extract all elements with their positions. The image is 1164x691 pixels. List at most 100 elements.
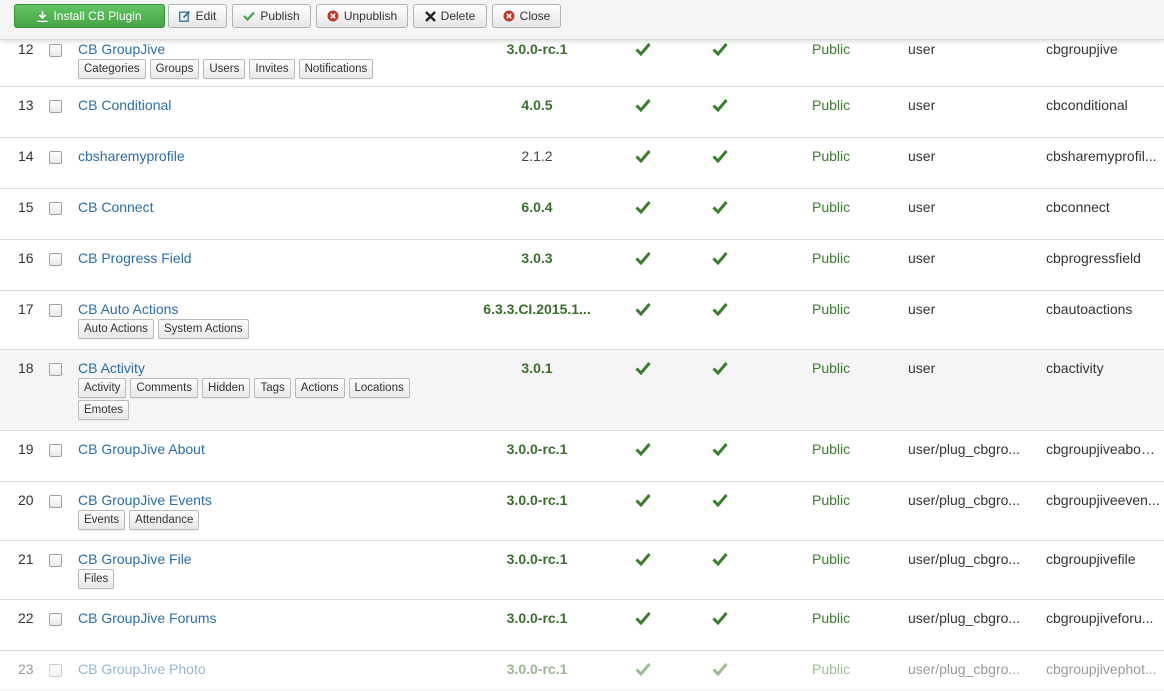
check-icon[interactable] [712, 199, 728, 219]
access-level: Public [812, 41, 851, 57]
row-id: 17 [18, 301, 34, 317]
plugin-element: cbgroupjiveforu... [1046, 610, 1154, 626]
check-icon[interactable] [712, 97, 728, 117]
tag-button[interactable]: Auto Actions [78, 319, 154, 339]
tag-button[interactable]: Users [203, 59, 246, 79]
check-icon [243, 11, 256, 21]
plugin-version: 4.0.5 [521, 97, 553, 113]
tag-button[interactable]: Attendance [129, 510, 200, 530]
check-icon[interactable] [635, 492, 651, 512]
close-button[interactable]: Close [492, 4, 561, 28]
access-level: Public [812, 250, 851, 266]
row-checkbox[interactable] [49, 151, 62, 164]
check-icon[interactable] [712, 661, 728, 681]
plugin-folder: user/plug_cbgro... [908, 551, 1021, 567]
tag-button[interactable]: System Actions [157, 319, 249, 339]
access-level: Public [812, 199, 851, 215]
plugin-version: 3.0.0-rc.1 [506, 661, 568, 677]
row-checkbox[interactable] [49, 444, 62, 457]
check-icon[interactable] [635, 250, 651, 270]
check-icon[interactable] [712, 148, 728, 168]
tag-button[interactable]: Files [78, 569, 115, 589]
tag-button[interactable]: Activity [78, 378, 127, 398]
row-checkbox[interactable] [49, 100, 62, 113]
publish-button[interactable]: Publish [232, 4, 311, 28]
check-icon[interactable] [635, 41, 651, 61]
check-icon[interactable] [712, 250, 728, 270]
plugin-name-link[interactable]: CB GroupJive [78, 39, 165, 59]
tag-button[interactable]: Categories [78, 59, 146, 79]
tag-button[interactable]: Emotes [78, 400, 129, 420]
tag-button[interactable]: Locations [348, 378, 410, 398]
unpublish-button[interactable]: Unpublish [316, 4, 408, 28]
check-icon[interactable] [635, 148, 651, 168]
plugin-name-link[interactable]: CB GroupJive Photo [78, 659, 206, 679]
check-icon[interactable] [635, 97, 651, 117]
check-icon[interactable] [635, 441, 651, 461]
tag-button[interactable]: Comments [130, 378, 199, 398]
plugin-folder: user [908, 148, 936, 164]
tag-button[interactable]: Events [78, 510, 126, 530]
install-plugin-button[interactable]: Install CB Plugin [14, 4, 165, 28]
check-icon[interactable] [712, 41, 728, 61]
plugin-folder: user [908, 301, 936, 317]
tag-button[interactable]: Invites [249, 59, 295, 79]
tag-button[interactable]: Notifications [298, 59, 374, 79]
check-icon[interactable] [712, 360, 728, 380]
access-level: Public [812, 360, 851, 376]
row-checkbox[interactable] [49, 554, 62, 567]
plugin-name-link[interactable]: CB GroupJive File [78, 549, 192, 569]
plugin-name-link[interactable]: CB Auto Actions [78, 299, 178, 319]
plugin-name-link[interactable]: CB Activity [78, 358, 145, 378]
plugin-name-link[interactable]: CB Conditional [78, 95, 171, 115]
check-icon[interactable] [635, 301, 651, 321]
plugin-version: 2.1.2 [521, 148, 553, 164]
access-level: Public [812, 97, 851, 113]
plugin-name-link[interactable]: CB Progress Field [78, 248, 192, 268]
check-icon[interactable] [712, 551, 728, 571]
table-row: 23 CB GroupJive Photo 3.0.0-rc.1 Public user… [0, 651, 1164, 691]
tab-tags: Categories Groups Users Invites Notification… [78, 59, 438, 79]
plugin-name-link[interactable]: cbsharemyprofile [78, 146, 185, 166]
check-icon[interactable] [635, 199, 651, 219]
table-row: 14 cbsharemyprofile 2.1.2 Public user cbshare… [0, 138, 1164, 189]
row-id: 20 [18, 492, 34, 508]
plugin-name-link[interactable]: CB GroupJive Forums [78, 608, 216, 628]
row-checkbox[interactable] [49, 613, 62, 626]
plugin-name-link[interactable]: CB GroupJive About [78, 439, 205, 459]
check-icon[interactable] [635, 551, 651, 571]
check-icon[interactable] [635, 661, 651, 681]
row-checkbox[interactable] [49, 363, 62, 376]
check-icon[interactable] [712, 441, 728, 461]
plugin-element: cbsharemyprofil... [1046, 148, 1157, 164]
check-icon[interactable] [712, 492, 728, 512]
plugin-name-link[interactable]: CB GroupJive Events [78, 490, 212, 510]
plugin-name-link[interactable]: CB Connect [78, 197, 153, 217]
tag-button[interactable]: Hidden [202, 378, 251, 398]
row-checkbox[interactable] [49, 253, 62, 266]
row-checkbox[interactable] [49, 495, 62, 508]
tag-button[interactable]: Actions [294, 378, 345, 398]
row-checkbox[interactable] [49, 304, 62, 317]
check-icon[interactable] [635, 360, 651, 380]
circle-x-icon [503, 10, 515, 22]
check-icon[interactable] [712, 610, 728, 630]
row-checkbox[interactable] [49, 44, 62, 57]
plugin-element: cbgroupjiveeven... [1046, 492, 1160, 508]
table-row: 20 CB GroupJive Events 3.0.0-rc.1 Public use… [0, 482, 1164, 541]
tag-button[interactable]: Groups [149, 59, 200, 79]
row-checkbox[interactable] [49, 664, 62, 677]
delete-button[interactable]: Delete [413, 4, 487, 28]
row-checkbox[interactable] [49, 202, 62, 215]
row-id: 12 [18, 41, 34, 57]
edit-button[interactable]: Edit [168, 4, 227, 28]
tag-button[interactable]: Tags [254, 378, 291, 398]
check-icon[interactable] [712, 301, 728, 321]
circle-x-icon [327, 10, 339, 22]
plugin-element: cbgroupjivephot... [1046, 661, 1157, 677]
check-icon[interactable] [635, 610, 651, 630]
plugin-folder: user [908, 41, 936, 57]
tab-tags: Activity Comments Hidden Tags Actions Locatio… [78, 378, 438, 420]
access-level: Public [812, 610, 851, 626]
plugin-folder: user [908, 199, 936, 215]
